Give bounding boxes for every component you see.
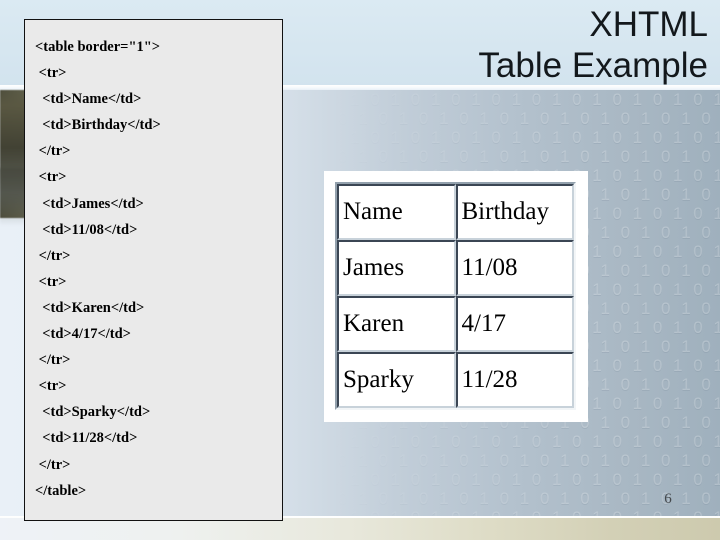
table-cell-name: Karen	[337, 296, 456, 352]
table-cell-birthday: 11/28	[455, 352, 574, 408]
code-line: <tr>	[35, 169, 67, 186]
code-snippet-box: <table border="1"> <tr> <td>Name</td> <t…	[24, 19, 283, 521]
slide-title-line-2: Table Example	[478, 46, 708, 85]
code-line: </tr>	[35, 143, 71, 160]
code-line: <td>Birthday</td>	[35, 117, 161, 134]
code-line: <td>11/08</td>	[35, 221, 138, 238]
table-cell-birthday: 11/08	[455, 240, 574, 296]
code-line: <td>Karen</td>	[35, 299, 145, 316]
table-row: Sparky 11/28	[337, 352, 574, 408]
code-line: <table border="1">	[35, 39, 161, 55]
code-line: <td>Sparky</td>	[35, 404, 151, 421]
code-line: <tr>	[35, 65, 67, 82]
rendered-html-table: Name Birthday James 11/08 Karen 4/17 Sparky 11/…	[335, 182, 576, 410]
binary-texture-row: 0 1 0 1 0 1 0 1 0 1 0 1 0 1 0 1 0 1 0 1 …	[330, 90, 720, 109]
slide-title: XHTML Table Example	[330, 4, 708, 86]
slide-canvas: 0 1 0 1 0 1 0 1 0 1 0 1 0 1 0 1 0 1 0 1 …	[0, 0, 720, 540]
binary-texture-row: 1 0 1 0 1 0 1 0 1 0 1 0 1 0 1 0 1 0 1 0 …	[330, 109, 720, 128]
binary-texture-row: 0 1 0 1 0 1 0 1 0 1 0 1 0 1 0 1 0 1 0 1 …	[330, 432, 720, 451]
table-row: Name Birthday	[337, 184, 574, 240]
code-line: <td>James</td>	[35, 195, 144, 212]
code-line: </table>	[35, 482, 87, 499]
table-cell-birthday: 4/17	[455, 296, 574, 352]
binary-texture-row: 0 1 0 1 0 1 0 1 0 1 0 1 0 1 0 1 0 1 0 1 …	[330, 128, 720, 147]
binary-texture-row: 1 0 1 0 1 0 1 0 1 0 1 0 1 0 1 0 1 0 1 0 …	[330, 147, 720, 166]
code-line: <td>11/28</td>	[35, 430, 138, 447]
code-line: </tr>	[35, 247, 71, 264]
table-cell-birthday: Birthday	[455, 184, 574, 240]
table-cell-name: Name	[337, 184, 456, 240]
slide-title-line-1: XHTML	[589, 5, 708, 44]
rendered-table-screenshot: Name Birthday James 11/08 Karen 4/17 Sparky 11/…	[324, 171, 588, 422]
code-line: <td>4/17</td>	[35, 326, 131, 343]
binary-texture-row: 0 1 0 1 0 1 0 1 0 1 0 1 0 1 0 1 0 1 0 1 …	[330, 470, 720, 489]
code-line: <tr>	[35, 378, 67, 395]
background-band-bottom	[0, 518, 720, 540]
binary-texture-row: 1 0 1 0 1 0 1 0 1 0 1 0 1 0 1 0 1 0 1 0 …	[330, 451, 720, 470]
table-cell-name: Sparky	[337, 352, 456, 408]
code-line: </tr>	[35, 456, 71, 473]
table-row: James 11/08	[337, 240, 574, 296]
code-line: </tr>	[35, 352, 71, 369]
table-row: Karen 4/17	[337, 296, 574, 352]
code-line: <tr>	[35, 273, 67, 290]
table-cell-name: James	[337, 240, 456, 296]
code-line: <td>Name</td>	[35, 91, 142, 108]
page-number: 6	[664, 491, 672, 507]
